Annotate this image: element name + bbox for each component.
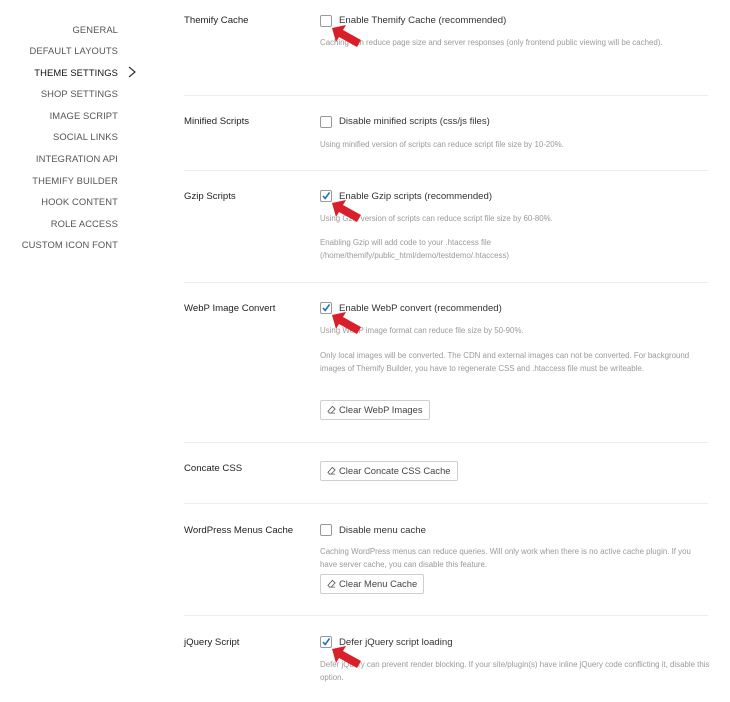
- sidebar-item-default-layouts[interactable]: DEFAULT LAYOUTS: [30, 45, 119, 56]
- webp-convert-checkbox-label[interactable]: Enable WebP convert (recommended): [339, 303, 502, 314]
- sidebar-item-general[interactable]: GENERAL: [72, 24, 118, 35]
- sidebar-item-image-script[interactable]: IMAGE SCRIPT: [50, 110, 118, 121]
- minified-scripts-label: Minified Scripts: [184, 116, 250, 127]
- sidebar-item-role-access[interactable]: ROLE ACCESS: [51, 218, 118, 229]
- themify-cache-help: Caching can reduce page size and server …: [320, 38, 663, 47]
- eraser-icon: [327, 579, 336, 588]
- sidebar-item-themify-builder[interactable]: THEMIFY BUILDER: [32, 175, 118, 186]
- webp-convert-checkbox[interactable]: [320, 302, 332, 314]
- clear-menu-cache-label: Clear Menu Cache: [339, 578, 418, 589]
- eraser-icon: [327, 405, 336, 414]
- clear-menu-cache-button[interactable]: Clear Menu Cache: [320, 574, 425, 594]
- sidebar-item-integration-api[interactable]: INTEGRATION API: [36, 153, 118, 164]
- jquery-script-help: Defer jQuery can prevent render blocking…: [320, 660, 710, 682]
- check-icon: [322, 638, 331, 646]
- check-icon: [322, 192, 331, 200]
- sidebar-item-hook-content[interactable]: HOOK CONTENT: [41, 196, 118, 207]
- gzip-scripts-htaccess-path: (/home/themify/public_html/demo/testdemo…: [320, 251, 510, 260]
- menus-cache-label: WordPress Menus Cache: [184, 525, 294, 536]
- check-icon: [322, 304, 331, 312]
- chevron-right-icon: [128, 66, 136, 78]
- gzip-scripts-htaccess-note: Enabling Gzip will add code to your .hta…: [320, 238, 492, 247]
- menus-cache-checkbox-label[interactable]: Disable menu cache: [339, 525, 426, 536]
- gzip-scripts-label: Gzip Scripts: [184, 191, 236, 202]
- sidebar-item-custom-icon-font[interactable]: CUSTOM ICON FONT: [22, 239, 118, 250]
- sidebar-item-theme-settings[interactable]: THEME SETTINGS: [34, 67, 118, 78]
- clear-concate-css-label: Clear Concate CSS Cache: [339, 465, 451, 476]
- themify-cache-label: Themify Cache: [184, 15, 249, 26]
- divider: [184, 170, 708, 171]
- eraser-icon: [327, 466, 336, 475]
- divider: [184, 95, 708, 96]
- clear-webp-images-label: Clear WebP Images: [339, 404, 423, 415]
- gzip-scripts-checkbox-label[interactable]: Enable Gzip scripts (recommended): [339, 191, 492, 202]
- divider: [184, 503, 708, 504]
- minified-scripts-help: Using minified version of scripts can re…: [320, 140, 564, 149]
- webp-convert-label: WebP Image Convert: [184, 303, 276, 314]
- gzip-scripts-help: Using Gzip version of scripts can reduce…: [320, 214, 553, 223]
- themify-cache-checkbox-label[interactable]: Enable Themify Cache (recommended): [339, 15, 506, 26]
- minified-scripts-checkbox[interactable]: [320, 116, 332, 128]
- jquery-script-checkbox-label[interactable]: Defer jQuery script loading: [339, 637, 453, 648]
- jquery-script-checkbox[interactable]: [320, 636, 332, 648]
- divider: [184, 442, 708, 443]
- gzip-scripts-checkbox[interactable]: [320, 190, 332, 202]
- minified-scripts-checkbox-label[interactable]: Disable minified scripts (css/js files): [339, 116, 490, 127]
- jquery-script-label: jQuery Script: [184, 637, 240, 648]
- webp-convert-help: Using WebP image format can reduce file …: [320, 326, 524, 335]
- sidebar-item-shop-settings[interactable]: SHOP SETTINGS: [41, 88, 118, 99]
- menus-cache-checkbox[interactable]: [320, 524, 332, 536]
- divider: [184, 615, 708, 616]
- menus-cache-help: Caching WordPress menus can reduce queri…: [320, 547, 691, 569]
- clear-webp-images-button[interactable]: Clear WebP Images: [320, 400, 430, 420]
- divider: [184, 282, 708, 283]
- webp-convert-note: Only local images will be converted. The…: [320, 351, 690, 373]
- clear-concate-css-button[interactable]: Clear Concate CSS Cache: [320, 461, 458, 481]
- sidebar-item-social-links[interactable]: SOCIAL LINKS: [53, 131, 118, 142]
- concate-css-label: Concate CSS: [184, 463, 243, 474]
- themify-cache-checkbox[interactable]: [320, 15, 332, 27]
